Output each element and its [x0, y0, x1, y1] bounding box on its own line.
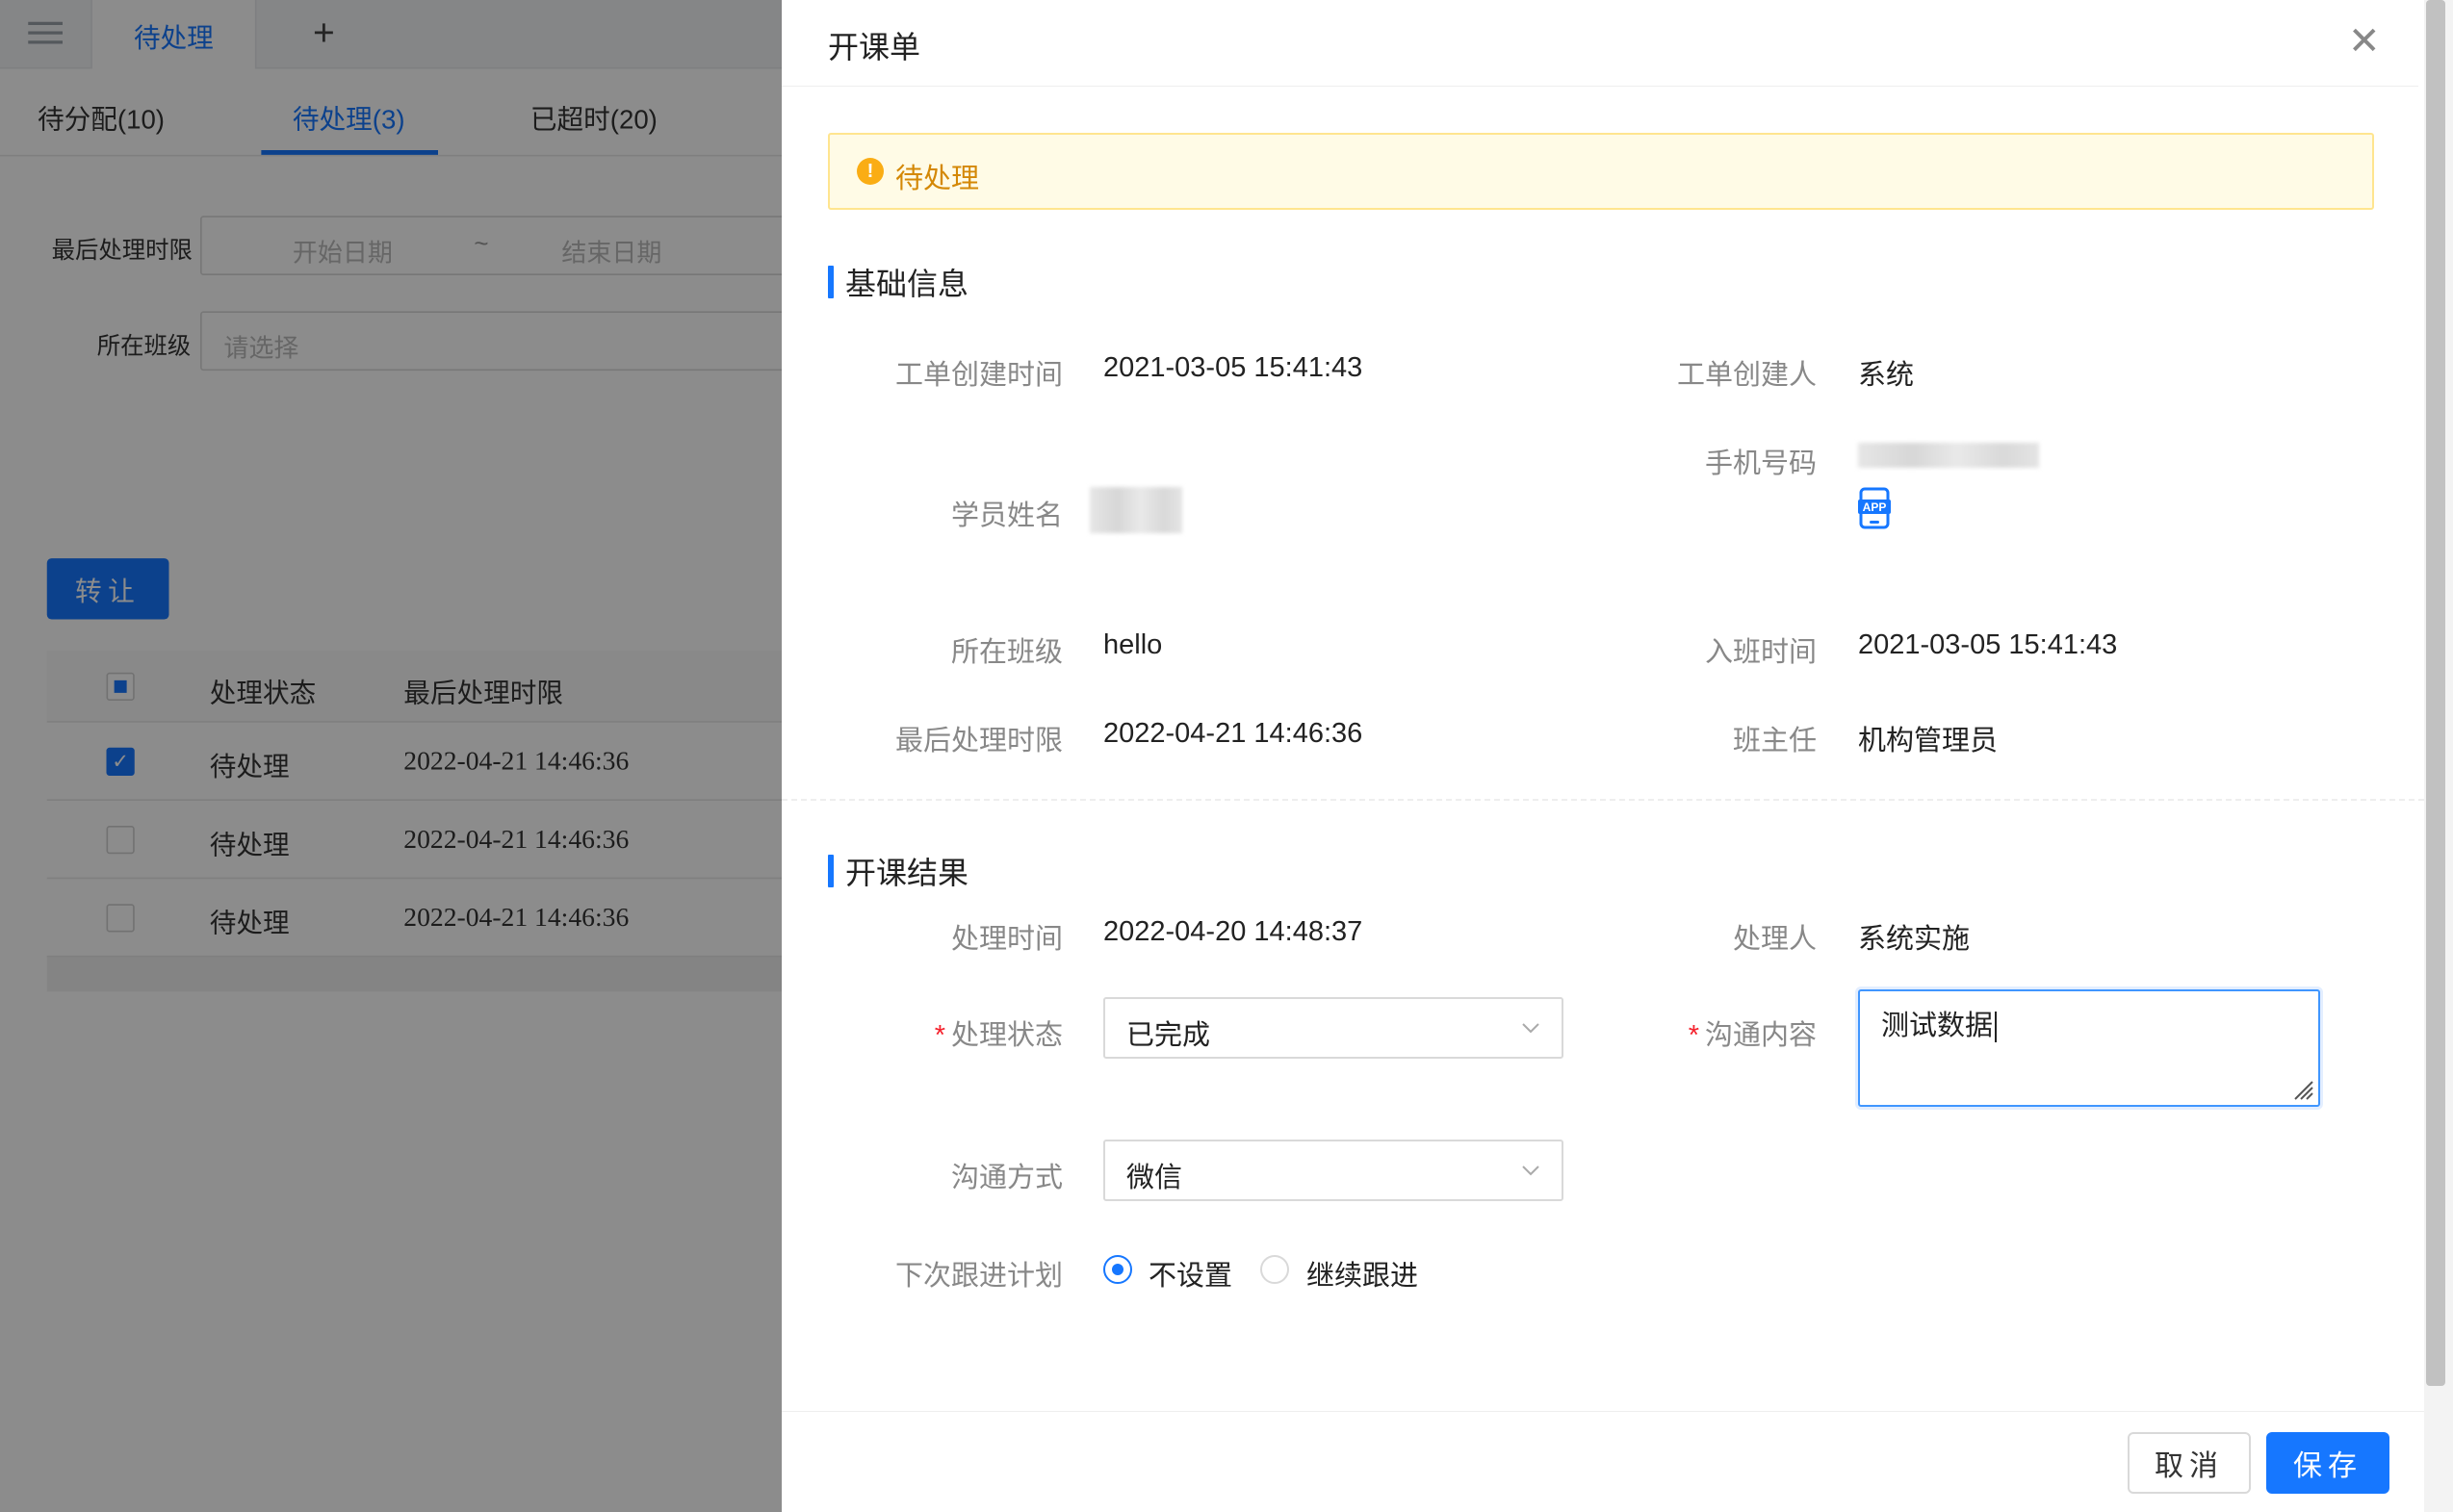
radio-continue-follow-label[interactable]: 继续跟进 [1306, 1253, 1418, 1294]
handler-value: 系统实施 [1858, 924, 1971, 955]
student-name-label: 学员姓名 [950, 500, 1063, 531]
course-order-drawer: 开课单 ✕ ! 待处理 基础信息 工单创建时间 2021-03-05 15:41… [782, 0, 2453, 1512]
method-select[interactable]: 微信 [1103, 1140, 1563, 1201]
status-select[interactable]: 已完成 [1103, 997, 1563, 1059]
communication-content-textarea[interactable]: 测试数据 [1858, 989, 2320, 1107]
status-alert: ! 待处理 [828, 133, 2374, 210]
join-time-value: 2021-03-05 15:41:43 [1858, 629, 2118, 660]
radio-no-plan[interactable] [1103, 1255, 1132, 1284]
resize-grip-icon[interactable] [2289, 1076, 2314, 1101]
handle-time-label: 处理时间 [950, 924, 1063, 955]
app-badge-text: APP [1863, 500, 1887, 514]
creator-value: 系统 [1858, 360, 1915, 391]
content-textarea-value: 测试数据 [1881, 1003, 1998, 1043]
required-mark: * [1688, 1020, 1699, 1051]
created-time-value: 2021-03-05 15:41:43 [1103, 352, 1363, 383]
head-teacher-value: 机构管理员 [1858, 726, 1999, 756]
status-field-label: * 处理状态 [782, 1012, 1063, 1053]
status-select-value: 已完成 [1126, 1020, 1211, 1051]
method-field-label: 沟通方式 [950, 1163, 1063, 1193]
save-button[interactable]: 保存 [2266, 1432, 2389, 1494]
close-icon[interactable]: ✕ [2348, 22, 2381, 61]
status-alert-text: 待处理 [895, 164, 980, 194]
drawer-header: 开课单 ✕ [782, 0, 2418, 87]
content-text: 测试数据 [1881, 1011, 1994, 1041]
section-divider [782, 799, 2424, 801]
phone-label: 手机号码 [1704, 448, 1817, 479]
drawer-scrollbar-thumb[interactable] [2426, 0, 2445, 1386]
join-time-label: 入班时间 [1704, 637, 1817, 668]
section-basic-info: 基础信息 [828, 260, 968, 304]
method-select-value: 微信 [1126, 1163, 1183, 1193]
chevron-down-icon [1522, 1166, 1539, 1176]
deadline-value: 2022-04-21 14:46:36 [1103, 718, 1363, 749]
radio-continue-follow[interactable] [1260, 1255, 1289, 1284]
text-caret [1995, 1012, 1998, 1043]
content-field-label-text: 沟通内容 [1704, 1020, 1817, 1051]
app-icon[interactable]: APP [1858, 487, 1891, 529]
creator-label: 工单创建人 [1676, 360, 1817, 391]
class-label: 所在班级 [950, 637, 1063, 668]
section-course-result: 开课结果 [828, 849, 968, 893]
plan-field-label: 下次跟进计划 [894, 1261, 1063, 1292]
exclamation-circle-icon: ! [857, 158, 884, 185]
handler-label: 处理人 [1732, 924, 1817, 955]
deadline-label: 最后处理时限 [894, 726, 1063, 756]
handle-time-value: 2022-04-20 14:48:37 [1103, 916, 1363, 947]
student-name-redacted [1090, 487, 1182, 533]
created-time-label: 工单创建时间 [894, 360, 1063, 391]
phone-redacted [1858, 443, 2039, 468]
content-field-label: * 沟通内容 [1537, 1012, 1817, 1053]
class-value: hello [1103, 629, 1163, 660]
status-field-label-text: 处理状态 [950, 1020, 1063, 1051]
required-mark: * [934, 1020, 945, 1051]
head-teacher-label: 班主任 [1732, 726, 1817, 756]
radio-no-plan-label[interactable]: 不设置 [1149, 1253, 1232, 1294]
cancel-button[interactable]: 取消 [2128, 1432, 2251, 1494]
drawer-title: 开课单 [828, 30, 921, 64]
